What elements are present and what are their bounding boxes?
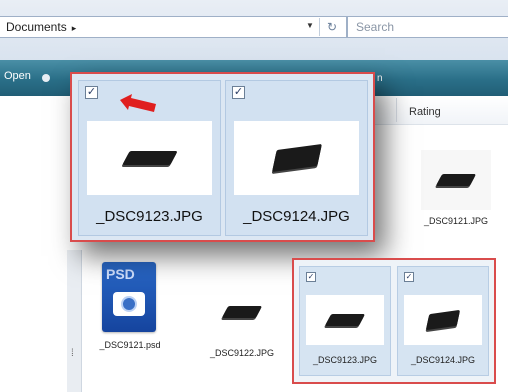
camera-icon [113,292,145,316]
selection-checkbox[interactable]: ✓ [232,86,245,99]
refresh-icon[interactable]: ↻ [319,18,344,36]
address-bar[interactable]: Documents ▸ ▼ ↻ [0,16,347,38]
toolbar-button-fragment[interactable]: n [377,73,383,84]
red-arrow-icon [120,94,156,112]
file-thumbnail[interactable]: _DSC9121.JPG [418,150,494,226]
file-name: _DSC9124.JPG [410,355,476,365]
open-dropdown-icon[interactable] [42,74,50,82]
file-name: _DSC9122.JPG [209,348,275,358]
laptop-photo-thumbnail [202,290,282,334]
psd-badge: PSD [106,266,135,282]
search-placeholder: Search [356,20,395,34]
address-dropdown-icon[interactable]: ▼ [306,21,314,30]
column-header-rating[interactable]: Rating [375,96,508,125]
zoomed-selection-callout: ✓ _DSC9123.JPG ✓ _DSC9124.JPG [70,72,375,242]
open-button[interactable]: Open [4,70,31,82]
selected-files-highlight: ✓ _DSC9123.JPG ✓ _DSC9124.JPG [292,258,496,384]
scrollbar[interactable]: ⁞ [67,250,82,392]
file-thumbnail-selected[interactable]: ✓ _DSC9124.JPG [397,266,489,376]
selection-checkbox[interactable]: ✓ [404,272,414,282]
address-path[interactable]: Documents ▸ [6,20,76,34]
laptop-photo-thumbnail [87,121,212,195]
scrollbar-grip-icon[interactable]: ⁞ [71,348,74,359]
file-thumbnail-selected[interactable]: ✓ _DSC9124.JPG [225,80,368,236]
file-name: _DSC9123.JPG [96,208,203,225]
psd-file-icon: PSD [102,262,156,332]
column-divider[interactable] [396,98,397,122]
selection-checkbox[interactable]: ✓ [85,86,98,99]
file-name: _DSC9123.JPG [312,355,378,365]
file-thumbnail[interactable]: _DSC9122.JPG [200,290,284,358]
laptop-photo-thumbnail [306,295,384,345]
selection-checkbox[interactable]: ✓ [306,272,316,282]
breadcrumb-documents[interactable]: Documents [6,20,67,34]
file-name: _DSC9121.psd [99,340,161,350]
file-name: _DSC9124.JPG [243,208,350,225]
laptop-photo-thumbnail [404,295,482,345]
laptop-photo-thumbnail [234,121,359,195]
column-header-label: Rating [409,106,441,118]
file-name: _DSC9121.JPG [423,216,489,226]
laptop-photo-thumbnail [421,150,491,210]
breadcrumb-arrow-icon[interactable]: ▸ [72,23,77,33]
search-input[interactable]: Search [347,16,508,38]
psd-file-item[interactable]: PSD _DSC9121.psd [96,262,164,362]
file-thumbnail-selected[interactable]: ✓ _DSC9123.JPG [299,266,391,376]
